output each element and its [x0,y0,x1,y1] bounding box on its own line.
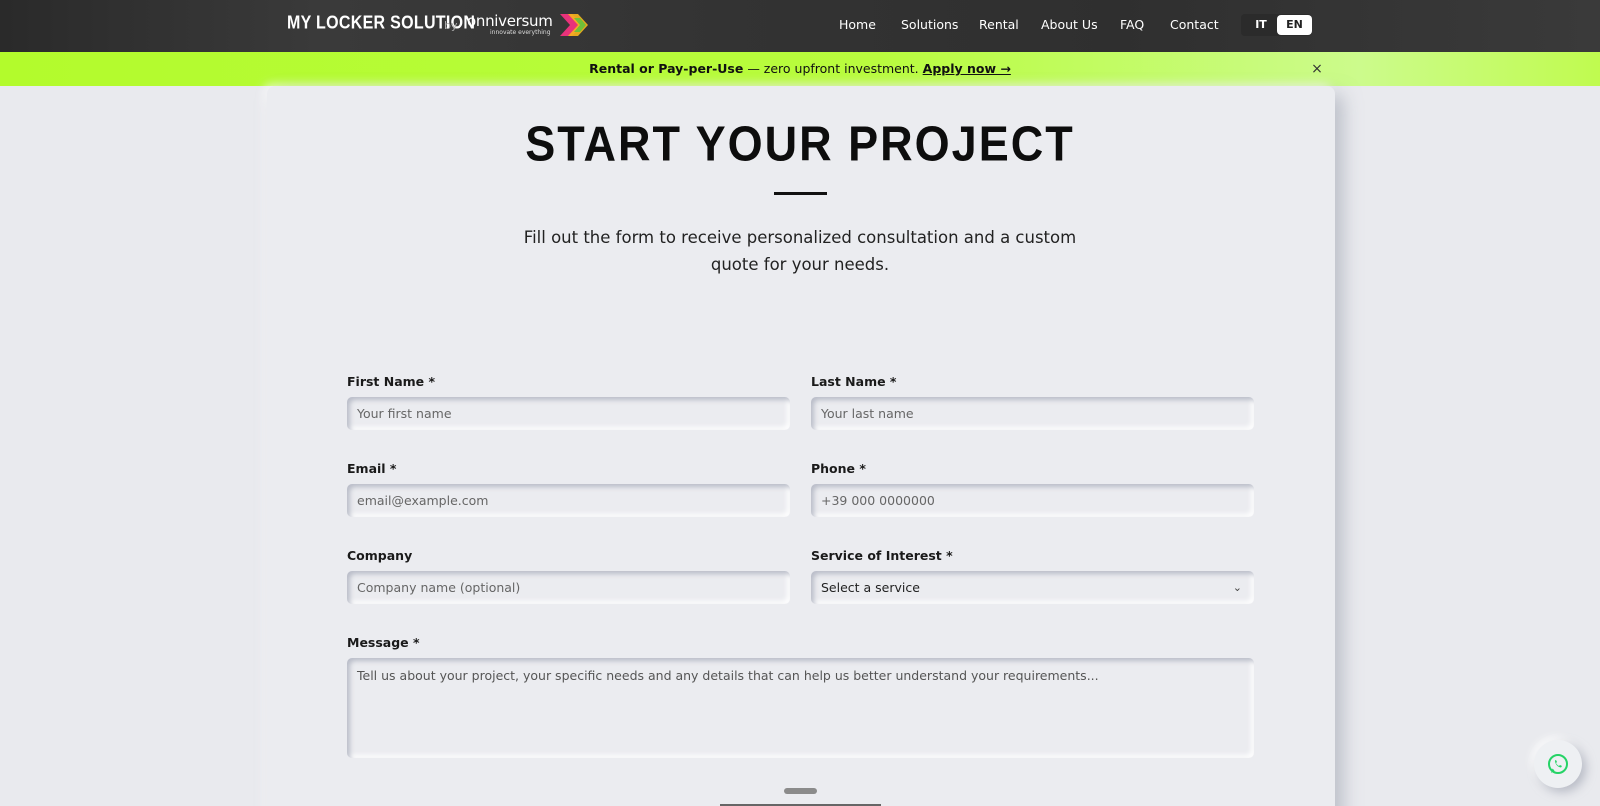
promo-banner: Rental or Pay-per-Use — zero upfront inv… [0,52,1600,86]
message-textarea[interactable]: Tell us about your project, your specifi… [347,658,1254,758]
logo-arrow-icon [560,14,588,36]
nav-solutions[interactable]: Solutions [901,17,958,32]
chevron-down-icon: ⌄ [1232,581,1242,594]
phone-input[interactable]: +39 000 0000000 [811,484,1254,517]
company-label: Company [347,548,413,563]
phone-label: Phone * [811,461,866,476]
top-header: MY LOCKER SOLUTION by onniversum innovat… [0,0,1600,52]
nav-about-us[interactable]: About Us [1041,17,1098,32]
page-title: START YOUR PROJECT [525,115,1075,172]
lang-en-button[interactable]: EN [1277,15,1312,35]
nav-home[interactable]: Home [839,17,876,32]
last-name-input[interactable]: Your last name [811,397,1254,430]
close-icon[interactable]: × [1307,59,1327,79]
first-name-input[interactable]: Your first name [347,397,790,430]
onniversum-logo[interactable]: onniversum innovate everything [467,12,597,38]
logo-wordmark: onniversum [467,12,553,30]
nav-faq[interactable]: FAQ [1120,17,1144,32]
first-name-label: First Name * [347,374,436,389]
company-input[interactable]: Company name (optional) [347,571,790,604]
brand-by: by [444,19,458,32]
whatsapp-button[interactable] [1534,740,1582,788]
email-label: Email * [347,461,397,476]
last-name-label: Last Name * [811,374,897,389]
service-label: Service of Interest * [811,548,953,563]
email-input[interactable]: email@example.com [347,484,790,517]
page-subtitle: Fill out the form to receive personalize… [523,228,1077,274]
nav-rental[interactable]: Rental [979,17,1019,32]
resize-handle[interactable] [784,788,817,794]
service-select[interactable]: Select a service ⌄ [811,571,1254,604]
title-divider [774,192,827,195]
message-label: Message * [347,635,420,650]
banner-body: — zero upfront investment. [743,61,923,76]
banner-strong: Rental or Pay-per-Use [589,61,744,76]
logo-tagline: innovate everything [490,29,551,36]
whatsapp-icon [1548,754,1568,774]
apply-now-link[interactable]: Apply now → [923,61,1011,76]
service-select-value: Select a service [821,580,920,595]
banner-text: Rental or Pay-per-Use — zero upfront inv… [0,61,1600,76]
nav-contact[interactable]: Contact [1170,17,1219,32]
lang-it-button[interactable]: IT [1249,15,1273,35]
